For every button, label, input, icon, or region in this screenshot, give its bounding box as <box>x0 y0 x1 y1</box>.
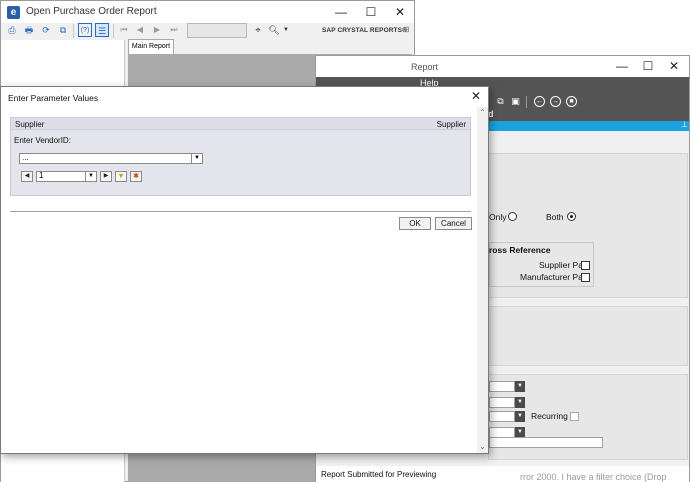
ok-button[interactable]: OK <box>399 217 431 230</box>
value-page-number: 1 <box>39 171 44 180</box>
combo-arrow-icon[interactable]: ▼ <box>515 397 525 408</box>
scroll-down-icon[interactable]: ⌄ <box>477 441 488 452</box>
vendor-id-prompt: Enter VendorID: <box>14 136 71 145</box>
supplier-part-checkbox[interactable] <box>581 261 590 270</box>
page-number-input[interactable] <box>187 23 247 38</box>
group-header-left: Supplier <box>15 120 45 129</box>
parameter-group-header: Supplier Supplier <box>11 118 470 130</box>
filters-panel <box>488 306 688 366</box>
toolbar-separator <box>526 96 527 108</box>
cross-reference-label: ross Reference <box>489 245 551 255</box>
dialog-title: Enter Parameter Values <box>8 93 99 103</box>
viewer-title: Open Purchase Order Report <box>26 6 157 17</box>
field-textbox[interactable] <box>489 437 603 448</box>
sap-crystal-logo: SAP CRYSTAL REPORTS® <box>322 27 407 34</box>
clipboard-icon[interactable]: ▣ <box>510 96 521 107</box>
both-radio[interactable] <box>567 212 576 221</box>
last-page-icon[interactable]: ⏭ <box>167 23 181 37</box>
field-combo-1[interactable] <box>489 381 515 392</box>
export-icon[interactable]: ⎙ <box>5 23 19 37</box>
dialog-scrollbar[interactable]: ⌃ ⌄ <box>477 107 488 453</box>
toolbar-options-icon[interactable]: ⊞ <box>399 23 413 37</box>
cross-reference-group: ross Reference Supplier Part Manufacture… <box>489 242 594 287</box>
value-page-dropdown[interactable]: 1 ▼ <box>36 171 97 182</box>
help-icon[interactable]: (?) <box>78 23 92 37</box>
form-titlebar: Report — ☐ ✕ <box>316 56 689 77</box>
manufacturer-part-checkbox[interactable] <box>581 273 590 282</box>
close-button[interactable]: ✕ <box>386 3 414 21</box>
recurring-label: Recurring <box>531 411 568 421</box>
zoom-dropdown-icon[interactable]: ▼ <box>279 23 293 37</box>
group-header-right: Supplier <box>436 120 466 129</box>
close-button[interactable]: ✕ <box>660 57 688 75</box>
options-panel: Only Both ross Reference Supplier Part M… <box>488 153 688 298</box>
minimize-button[interactable]: — <box>608 57 636 75</box>
next-page-icon[interactable]: ▶ <box>150 23 164 37</box>
prev-value-button[interactable]: ◀ <box>21 171 33 182</box>
next-value-button[interactable]: ▶ <box>100 171 112 182</box>
dialog-close-icon[interactable]: ✕ <box>471 89 481 103</box>
pin-icon[interactable]: ⊥ <box>681 120 688 129</box>
print-icon[interactable]: 🖶︎ <box>22 23 36 37</box>
supplier-parameter-group: Supplier Supplier Enter VendorID: ... ▼ … <box>10 117 471 196</box>
stop-icon[interactable]: ■ <box>566 96 577 107</box>
chevron-down-icon[interactable]: ▼ <box>191 154 202 163</box>
tab-main-report[interactable]: Main Report <box>128 39 174 54</box>
dialog-titlebar: Enter Parameter Values ✕ <box>1 87 488 107</box>
chevron-down-icon[interactable]: ▼ <box>85 172 96 181</box>
parameter-dialog: Enter Parameter Values ✕ Supplier Suppli… <box>0 86 489 454</box>
form-title: Report <box>411 62 439 72</box>
dialog-divider <box>10 211 471 212</box>
refresh-icon[interactable]: ⟳ <box>39 23 53 37</box>
maximize-button[interactable]: ☐ <box>634 57 662 75</box>
fields-panel: ▼ ▼ ▼ Recurring ▼ <box>488 374 688 460</box>
copy-icon[interactable]: ⧉ <box>56 23 70 37</box>
filter-icon[interactable]: ▼ <box>115 171 127 182</box>
maximize-button[interactable]: ☐ <box>357 3 385 21</box>
toolbar-separator <box>113 24 114 38</box>
manufacturer-part-label: Manufacturer Part <box>520 272 589 282</box>
clear-filter-icon[interactable]: ✱ <box>130 171 142 182</box>
prev-page-icon[interactable]: ◀ <box>133 23 147 37</box>
scroll-up-icon[interactable]: ⌃ <box>477 107 488 118</box>
combo-arrow-icon[interactable]: ▼ <box>515 411 525 422</box>
crystal-app-icon: e <box>7 6 20 19</box>
minimize-button[interactable]: — <box>327 3 355 21</box>
both-label: Both <box>546 212 564 222</box>
status-text: Report Submitted for Previewing <box>321 470 437 479</box>
only-label: Only <box>489 212 507 222</box>
field-combo-3[interactable] <box>489 411 515 422</box>
back-icon[interactable]: ← <box>534 96 545 107</box>
only-radio[interactable] <box>508 212 517 221</box>
vendor-id-dropdown[interactable]: ... ▼ <box>19 153 203 164</box>
recurring-checkbox[interactable] <box>570 412 579 421</box>
field-combo-2[interactable] <box>489 397 515 408</box>
background-text: rror 2000. I have a filter choice (Drop <box>520 472 667 482</box>
cancel-button[interactable]: Cancel <box>435 217 472 230</box>
dialog-content: Supplier Supplier Enter VendorID: ... ▼ … <box>1 107 477 453</box>
toolbar-separator <box>73 24 74 38</box>
group-tree-icon[interactable]: ☰ <box>95 23 109 37</box>
first-page-icon[interactable]: ⏮ <box>117 23 131 37</box>
viewer-titlebar: e Open Purchase Order Report — ☐ ✕ <box>1 1 414 23</box>
copy-icon[interactable]: ⧉ <box>495 96 506 107</box>
combo-arrow-icon[interactable]: ▼ <box>515 381 525 392</box>
forward-icon[interactable]: → <box>550 96 561 107</box>
search-icon[interactable]: ⌖ <box>251 23 265 37</box>
vendor-id-value: ... <box>22 153 29 162</box>
